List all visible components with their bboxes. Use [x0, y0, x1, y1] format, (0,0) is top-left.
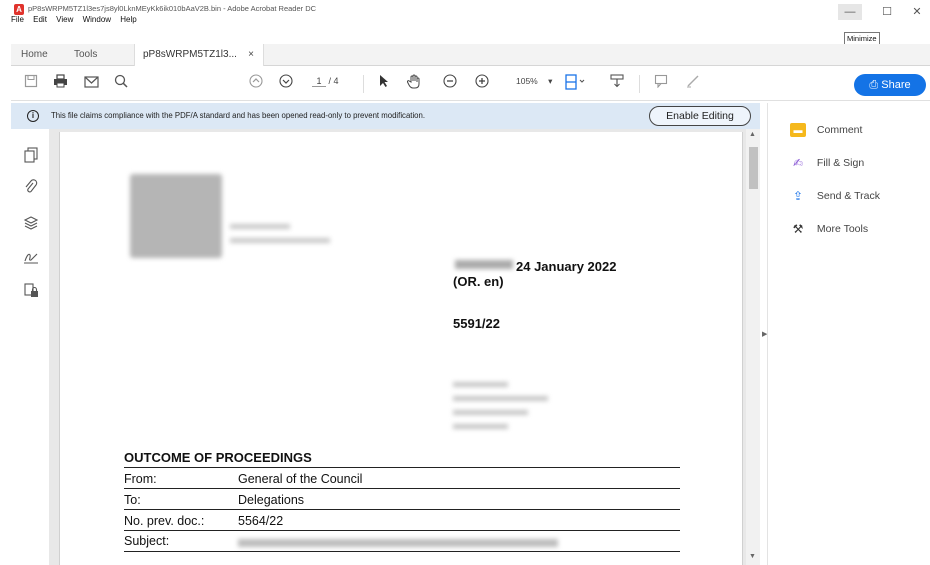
tool-send-track[interactable]: ⇪ Send & Track	[790, 187, 880, 205]
table-rule	[124, 551, 680, 552]
tool-fill-sign[interactable]: ✍ Fill & Sign	[790, 154, 864, 172]
share-button[interactable]: ⎙ Share	[854, 74, 926, 96]
security-lock-icon[interactable]	[23, 282, 39, 298]
zoom-caret-icon: ▾	[548, 76, 553, 86]
scroll-down-icon[interactable]: ▼	[749, 553, 756, 560]
scroll-mode-icon[interactable]	[607, 74, 627, 94]
classification-code-redacted	[453, 382, 508, 387]
page-display-icon[interactable]	[563, 74, 589, 94]
tab-document[interactable]: pP8sWRPM5TZ1l3... ×	[134, 44, 264, 66]
document-date: 24 January 2022	[516, 259, 617, 274]
attachment-icon[interactable]	[23, 179, 39, 195]
tab-close-icon[interactable]: ×	[248, 44, 254, 66]
left-navigation-rail	[11, 129, 49, 565]
share-label: Share	[881, 79, 911, 91]
tool-fill-sign-label: Fill & Sign	[816, 157, 865, 169]
tool-more-tools[interactable]: ⚒ More Tools	[790, 220, 868, 238]
next-page-icon[interactable]	[276, 74, 296, 94]
table-row-label: Subject:	[124, 534, 170, 548]
table-rule	[124, 488, 680, 489]
title-bar: A pP8sWRPM5TZ1l3es7js8yl0LknMEyKk6ik010b…	[0, 0, 930, 26]
tab-tools[interactable]: Tools	[74, 44, 97, 66]
print-icon[interactable]	[50, 74, 70, 94]
document-viewer[interactable]: 24 January 2022 (OR. en) 5591/22 OUTCOME…	[49, 129, 760, 565]
menu-window[interactable]: Window	[83, 15, 111, 24]
window-title: pP8sWRPM5TZ1l3es7js8yl0LknMEyKk6ik010bAa…	[28, 4, 317, 13]
zoom-dropdown[interactable]: 105% ▾	[516, 76, 552, 87]
tool-comment-label: Comment	[816, 124, 863, 136]
acrobat-app-icon: A	[14, 4, 24, 15]
layers-icon[interactable]	[23, 215, 39, 231]
search-icon[interactable]	[111, 74, 131, 94]
fill-sign-icon: ✍	[792, 156, 804, 171]
table-rule	[124, 509, 680, 510]
city-name-redacted	[455, 260, 513, 269]
organisation-name-redacted-2	[230, 238, 330, 243]
zoom-out-icon[interactable]	[440, 74, 460, 94]
tool-comment[interactable]: ▬ Comment	[790, 121, 862, 139]
eu-council-logo	[130, 174, 222, 258]
classification-code-redacted-3	[453, 410, 528, 415]
table-row-value: 5564/22	[238, 514, 284, 528]
tool-more-tools-label: More Tools	[816, 223, 869, 235]
table-row-label: To:	[124, 493, 141, 507]
outcome-title: OUTCOME OF PROCEEDINGS	[124, 450, 312, 465]
more-tools-icon: ⚒	[792, 222, 804, 237]
comment-tool-icon[interactable]	[651, 74, 671, 94]
table-row-value: General of the Council	[238, 472, 363, 486]
zoom-value: 105%	[516, 76, 538, 86]
menu-edit[interactable]: Edit	[33, 15, 47, 24]
menu-view[interactable]: View	[56, 15, 73, 24]
classification-code-redacted-2	[453, 396, 548, 401]
vertical-scrollbar[interactable]: ▲ ▼	[746, 129, 760, 565]
menu-help[interactable]: Help	[120, 15, 136, 24]
page-total: / 4	[328, 76, 339, 86]
page-thumbnails-icon[interactable]	[23, 147, 39, 163]
page-number-input[interactable]: 1	[312, 76, 326, 87]
tab-document-label: pP8sWRPM5TZ1l3...	[143, 49, 237, 60]
notice-text: This file claims compliance with the PDF…	[51, 111, 426, 120]
signature-icon[interactable]	[23, 249, 39, 265]
page-indicator: 1 / 4	[312, 76, 339, 87]
comment-icon: ▬	[790, 123, 806, 138]
tools-pane: ▬ Comment ✍ Fill & Sign ⇪ Send & Track ⚒…	[767, 103, 930, 565]
organisation-name-redacted	[230, 224, 290, 229]
previous-page-icon[interactable]	[246, 74, 266, 94]
pdfa-notice-bar: i This file claims compliance with the P…	[11, 103, 760, 129]
pdf-page: 24 January 2022 (OR. en) 5591/22 OUTCOME…	[59, 132, 743, 565]
hand-tool-icon[interactable]	[404, 74, 424, 94]
zoom-in-icon[interactable]	[472, 74, 492, 94]
tab-bar: Home Tools pP8sWRPM5TZ1l3... ×	[11, 44, 930, 66]
email-icon[interactable]	[81, 74, 101, 94]
toolbar-divider-2	[639, 75, 640, 93]
save-icon[interactable]	[21, 74, 41, 94]
classification-code-redacted-4	[453, 424, 508, 429]
scroll-thumb[interactable]	[749, 147, 758, 189]
menu-bar: File Edit View Window Help	[11, 15, 144, 24]
share-icon: ⎙	[869, 79, 879, 91]
maximize-button[interactable]: ☐	[875, 4, 899, 20]
scroll-up-icon[interactable]: ▲	[749, 131, 756, 138]
document-number: 5591/22	[453, 316, 500, 331]
select-cursor-icon[interactable]	[374, 74, 394, 94]
menu-file[interactable]: File	[11, 15, 24, 24]
close-window-button[interactable]: ✕	[905, 4, 929, 20]
table-row-label: No. prev. doc.:	[124, 514, 205, 528]
toolbar-divider	[363, 75, 364, 93]
minimize-button[interactable]: —	[838, 4, 862, 20]
table-row-value: Delegations	[238, 493, 305, 507]
table-rule	[124, 467, 680, 468]
toolbar: 1 / 4 105% ▾ ⎙ Share	[11, 67, 930, 101]
tool-send-track-label: Send & Track	[816, 190, 880, 202]
tab-home[interactable]: Home	[21, 44, 48, 66]
original-language: (OR. en)	[453, 274, 504, 289]
pen-tool-icon[interactable]	[683, 74, 703, 94]
subject-redacted	[238, 539, 558, 547]
enable-editing-button[interactable]: Enable Editing	[649, 106, 751, 126]
table-rule	[124, 530, 680, 531]
info-icon: i	[27, 110, 39, 122]
table-row-label: From:	[124, 472, 157, 486]
send-track-icon: ⇪	[792, 189, 804, 204]
